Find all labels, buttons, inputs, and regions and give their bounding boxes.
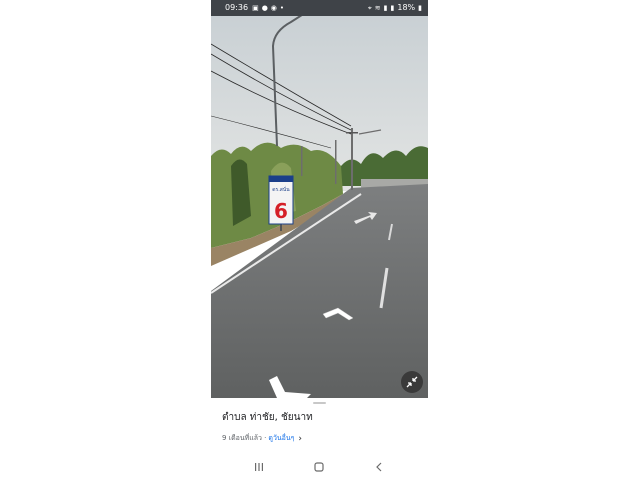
street-view-panorama[interactable]: ดร.สนั่น 6 <box>211 16 428 398</box>
campaign-sign: ดร.สนั่น 6 <box>268 175 294 225</box>
wifi-icon: ≋ <box>374 4 381 12</box>
recent-apps-button[interactable] <box>249 460 269 474</box>
collapse-icon[interactable] <box>401 371 423 393</box>
home-icon <box>314 462 324 472</box>
battery-icon: ▮ <box>418 4 422 12</box>
status-right: ⌖ ≋ ▮ ▮ 18% ▮ <box>368 0 422 16</box>
notification-icons: ▣ ● ◉ • <box>252 0 284 16</box>
phone-screen: 09:36 ▣ ● ◉ • ⌖ ≋ ▮ ▮ 18% ▮ ดร.สนั่น 6 ต… <box>211 0 428 480</box>
navigate-forward-arrow[interactable] <box>321 306 355 326</box>
home-button[interactable] <box>309 460 329 474</box>
signal-icon: ▮ <box>383 4 388 12</box>
street-scene: ดร.สนั่น 6 <box>211 16 428 398</box>
dot-icon: • <box>279 4 285 12</box>
back-button[interactable] <box>369 460 389 474</box>
message-icon: ◉ <box>270 4 277 12</box>
sign-number-text: 6 <box>274 199 288 223</box>
navigate-back-arrow[interactable] <box>265 374 315 398</box>
drag-handle[interactable] <box>313 402 326 404</box>
status-time: 09:36 <box>225 3 249 12</box>
location-title: ตำบล ท่าชัย, ชัยนาท <box>222 412 313 423</box>
capture-date-row: 9 เดือนที่แล้ว · ดูวันอื่นๆ › <box>222 433 302 444</box>
chat-icon: ● <box>261 4 268 12</box>
battery-percent: 18% <box>397 3 416 12</box>
status-bar: 09:36 ▣ ● ◉ • ⌖ ≋ ▮ ▮ 18% ▮ <box>211 0 428 16</box>
gallery-icon: ▣ <box>252 4 259 12</box>
back-icon <box>376 462 382 472</box>
location-icon: ⌖ <box>367 4 372 12</box>
see-other-dates-link[interactable]: ดูวันอื่นๆ <box>268 433 294 444</box>
capture-date: 9 เดือนที่แล้ว · <box>222 434 267 442</box>
recent-apps-icon <box>255 463 263 471</box>
system-nav-bar <box>211 456 428 480</box>
signal-icon-2: ▮ <box>390 4 395 12</box>
info-bottom-sheet[interactable]: ตำบล ท่าชัย, ชัยนาท 9 เดือนที่แล้ว · ดูว… <box>211 398 428 456</box>
sign-name-text: ดร.สนั่น <box>272 186 290 193</box>
chevron-right-icon[interactable]: › <box>298 434 302 444</box>
